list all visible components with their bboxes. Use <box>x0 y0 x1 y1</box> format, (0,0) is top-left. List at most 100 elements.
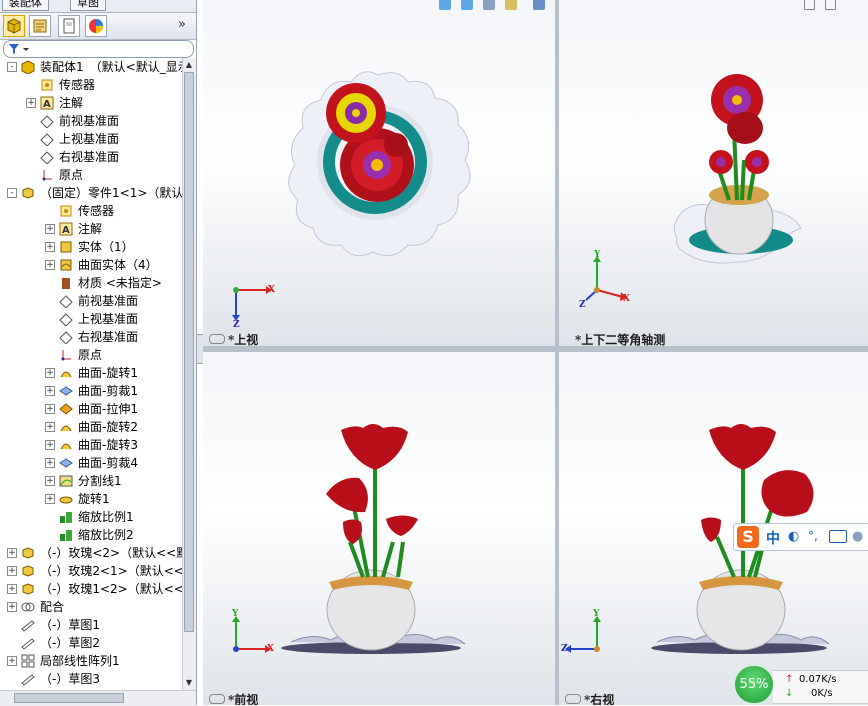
expand-toggle-icon[interactable]: + <box>45 440 55 450</box>
split-view-icon[interactable] <box>825 0 836 10</box>
tree-item-label: 缩放比例2 <box>78 528 134 542</box>
viewport-iso-view[interactable]: Y X Z *上下二等角轴测 <box>559 0 868 346</box>
restore-view-icon[interactable] <box>804 0 815 10</box>
plane-icon <box>59 312 73 326</box>
expand-toggle-icon[interactable]: + <box>45 476 55 486</box>
tree-item[interactable]: + （-）玫瑰1<2>（默认<<默认 <box>0 580 182 598</box>
expand-toggle-icon[interactable]: + <box>45 458 55 468</box>
viewport-horizontal-splitter[interactable] <box>203 346 868 352</box>
axis-z-label: Z <box>579 300 586 310</box>
tree-item-label: 前视基准面 <box>59 114 120 128</box>
viewport-vertical-splitter[interactable] <box>555 0 559 705</box>
expand-toggle-icon[interactable]: + <box>45 224 55 234</box>
tree-filter-input[interactable] <box>3 40 194 58</box>
tree-item[interactable]: 右视基准面 <box>0 328 182 346</box>
expand-toggle-icon[interactable]: + <box>7 566 17 576</box>
view-orientation-icon[interactable] <box>533 0 545 10</box>
sketch-icon <box>21 618 35 632</box>
expand-toggle-icon[interactable]: + <box>45 422 55 432</box>
link-views-icon[interactable] <box>209 334 225 344</box>
tree-item[interactable]: 缩放比例1 <box>0 508 182 526</box>
expand-toggle-icon[interactable]: + <box>7 602 17 612</box>
collapse-toggle-icon[interactable]: - <box>7 188 17 198</box>
part-icon <box>21 582 35 596</box>
half-width-icon[interactable]: ◐ <box>788 529 799 544</box>
tree-item[interactable]: 前视基准面 <box>0 112 182 130</box>
ime-language-toggle[interactable]: 中 <box>766 528 780 548</box>
tree-item[interactable]: 原点 <box>0 166 182 184</box>
link-views-icon[interactable] <box>209 694 225 704</box>
more-tabs-chevron-icon[interactable]: » <box>178 17 186 32</box>
tree-item[interactable]: + 分割线1 <box>0 472 182 490</box>
memory-usage-ball[interactable]: 55% <box>733 664 775 705</box>
tree-item[interactable]: 传感器 <box>0 202 182 220</box>
tree-item[interactable]: - 装配体1 （默认<默认_显示状 <box>0 58 182 76</box>
tree-item[interactable]: + A 注解 <box>0 94 182 112</box>
tree-vertical-scrollbar[interactable]: ▲ ▼ <box>182 58 196 690</box>
expand-toggle-icon[interactable]: + <box>45 404 55 414</box>
tree-item[interactable]: 原点 <box>0 346 182 364</box>
tree-item[interactable]: + （-）玫瑰2<1>（默认<<默认 <box>0 562 182 580</box>
collapse-toggle-icon[interactable]: - <box>7 62 17 72</box>
tree-item[interactable]: + 曲面-旋转1 <box>0 364 182 382</box>
scroll-down-arrow-icon[interactable]: ▼ <box>184 677 194 688</box>
expand-toggle-icon[interactable]: + <box>7 548 17 558</box>
expand-toggle-icon[interactable]: + <box>7 584 17 594</box>
tree-item-label: 旋转1 <box>78 492 110 506</box>
tree-item[interactable]: 传感器 <box>0 76 182 94</box>
keyboard-icon[interactable] <box>829 530 847 543</box>
tree-horizontal-scrollbar[interactable] <box>0 690 196 706</box>
expand-toggle-icon[interactable]: + <box>45 386 55 396</box>
link-views-icon[interactable] <box>565 694 581 704</box>
tree-item[interactable]: + 旋转1 <box>0 490 182 508</box>
tree-item[interactable]: + 曲面实体（4） <box>0 256 182 274</box>
tree-item[interactable]: （-）草图1 <box>0 616 182 634</box>
user-icon[interactable]: ● <box>852 529 863 544</box>
expand-toggle-icon[interactable]: + <box>45 242 55 252</box>
featuremanager-tab-icon[interactable] <box>3 15 25 37</box>
tree-item[interactable]: + A 注解 <box>0 220 182 238</box>
tree-item[interactable]: + 曲面-拉伸1 <box>0 400 182 418</box>
tree-item[interactable]: + 局部线性阵列1 <box>0 652 182 670</box>
expand-toggle-icon[interactable]: + <box>45 494 55 504</box>
tab-sketch[interactable]: 草图 <box>70 0 106 11</box>
viewport-front-view[interactable]: Y X *前视 <box>203 352 555 705</box>
tree-item[interactable]: 右视基准面 <box>0 148 182 166</box>
previous-view-icon[interactable] <box>483 0 495 10</box>
scroll-up-arrow-icon[interactable]: ▲ <box>184 59 194 70</box>
sogou-logo-icon[interactable]: S <box>737 526 759 548</box>
expand-toggle-icon[interactable]: + <box>26 98 36 108</box>
tree-item-label: 曲面-拉伸1 <box>78 402 138 416</box>
expand-toggle-icon[interactable]: + <box>45 368 55 378</box>
expand-toggle-icon[interactable]: + <box>7 656 17 666</box>
configurationmanager-tab-icon[interactable] <box>58 15 80 37</box>
tree-item[interactable]: + 配合 <box>0 598 182 616</box>
tab-assembly[interactable]: 装配体 <box>2 0 49 11</box>
punctuation-icon[interactable]: °, <box>808 529 818 543</box>
hscrollbar-thumb[interactable] <box>14 693 124 703</box>
tree-item[interactable]: 上视基准面 <box>0 130 182 148</box>
tree-item[interactable]: + 曲面-旋转3 <box>0 436 182 454</box>
tree-item[interactable]: 缩放比例2 <box>0 526 182 544</box>
section-view-icon[interactable] <box>505 0 517 10</box>
tree-item[interactable]: + 曲面-旋转2 <box>0 418 182 436</box>
viewport-top-view[interactable]: X Z *上视 <box>203 0 555 346</box>
tree-item[interactable]: 上视基准面 <box>0 310 182 328</box>
tree-item[interactable]: + （-）玫瑰<2>（默认<<默认 <box>0 544 182 562</box>
tree-item[interactable]: （-）草图2 <box>0 634 182 652</box>
tree-item[interactable]: （-）草图3 <box>0 670 182 688</box>
tree-item[interactable]: + 曲面-剪裁4 <box>0 454 182 472</box>
tree-item[interactable]: 材质 <未指定> <box>0 274 182 292</box>
tree-item[interactable]: + 实体（1） <box>0 238 182 256</box>
propertymanager-tab-icon[interactable] <box>29 15 51 37</box>
tree-item-label: 装配体1 （默认<默认_显示状 <box>40 60 182 74</box>
tree-item[interactable]: - （固定）零件1<1>（默认<< <box>0 184 182 202</box>
expand-toggle-icon[interactable]: + <box>45 260 55 270</box>
zoom-to-fit-icon[interactable] <box>439 0 451 10</box>
zoom-to-area-icon[interactable] <box>461 0 473 10</box>
tree-item[interactable]: 前视基准面 <box>0 292 182 310</box>
tree-item-label: （固定）零件1<1>（默认<< <box>40 186 182 200</box>
display-manager-tab-icon[interactable] <box>85 15 107 37</box>
tree-item[interactable]: + 曲面-剪裁1 <box>0 382 182 400</box>
scrollbar-thumb[interactable] <box>184 72 194 632</box>
